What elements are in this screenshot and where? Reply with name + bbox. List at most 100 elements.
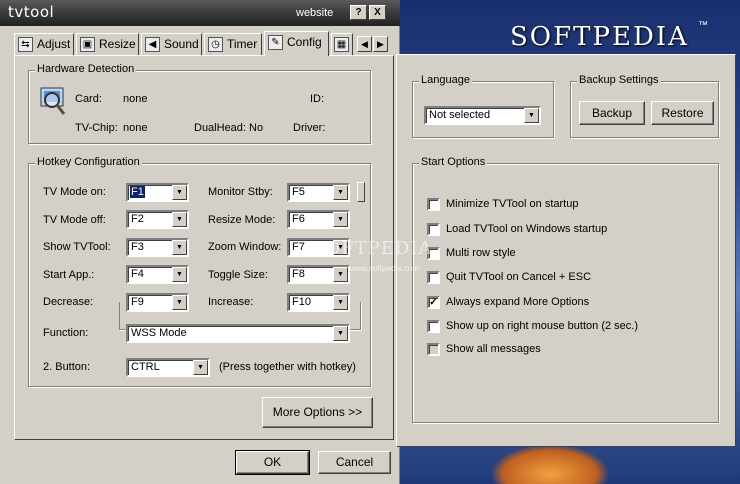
tv-mode-on-value: F1 [130, 186, 145, 198]
more-options-button[interactable]: More Options >> [262, 397, 373, 428]
language-value: Not selected [429, 109, 491, 121]
resize-mode-select[interactable]: F6 ▼ [287, 210, 350, 229]
card-label: Card: [75, 93, 102, 105]
decrease-select[interactable]: F9 ▼ [126, 293, 189, 312]
wallpaper-figure [490, 444, 610, 484]
checkbox-label: Show up on right mouse button (2 sec.) [446, 320, 638, 332]
show-tvtool-label: Show TVTool: [43, 241, 111, 253]
wallpaper-brand-text: SOFTPEDIA [510, 22, 689, 52]
zoom-window-label: Zoom Window: [208, 241, 282, 253]
checkbox[interactable] [427, 320, 440, 333]
wallpaper-trademark: ™ [698, 20, 708, 31]
checkbox-checked[interactable]: ✓ [427, 296, 440, 309]
chevron-down-icon[interactable]: ▼ [333, 326, 348, 341]
magnifier-icon [40, 87, 66, 115]
checkbox[interactable] [427, 223, 440, 236]
hardware-detection-legend: Hardware Detection [35, 63, 137, 75]
chevron-down-icon[interactable]: ▼ [333, 295, 348, 310]
zoom-window-select[interactable]: F7 ▼ [287, 238, 350, 257]
more-options-panel: Language Not selected ▼ Backup Settings … [396, 54, 736, 447]
close-button[interactable]: X [369, 5, 386, 20]
toggle-size-value: F8 [292, 268, 305, 280]
second-button-hint: (Press together with hotkey) [219, 361, 356, 373]
tab-label: Adjust [37, 37, 71, 51]
checkbox[interactable] [427, 198, 440, 211]
website-link[interactable]: website [296, 7, 333, 19]
language-legend: Language [419, 74, 472, 86]
monitor-stby-label: Monitor Stby: [208, 186, 273, 198]
increase-value: F10 [292, 296, 311, 308]
second-button-select[interactable]: CTRL ▼ [126, 358, 210, 377]
checkbox[interactable] [427, 343, 440, 356]
show-tvtool-value: F3 [131, 241, 144, 253]
chevron-down-icon[interactable]: ▼ [172, 240, 187, 255]
tv-mode-on-select[interactable]: F1 ▼ [126, 183, 189, 202]
chevron-down-icon[interactable]: ▼ [333, 240, 348, 255]
sound-icon: ◀ [145, 37, 160, 52]
tab-scroll-left-button[interactable]: ◀ [357, 36, 372, 52]
adjust-icon: ⇆ [18, 37, 33, 52]
backup-settings-legend: Backup Settings [577, 74, 661, 86]
decrease-label: Decrease: [43, 296, 94, 308]
tab-timer[interactable]: ◷ Timer [204, 33, 262, 55]
start-app-label: Start App.: [43, 269, 95, 281]
driver-label: Driver: [293, 122, 326, 134]
checkbox-label: Quit TVTool on Cancel + ESC [446, 271, 592, 283]
toggle-size-select[interactable]: F8 ▼ [287, 265, 350, 284]
tab-sound[interactable]: ◀ Sound [141, 33, 202, 55]
config-icon: ✎ [268, 35, 283, 50]
resize-mode-label: Resize Mode: [208, 214, 276, 226]
chevron-down-icon[interactable]: ▼ [524, 108, 539, 123]
chevron-down-icon[interactable]: ▼ [193, 360, 208, 375]
tv-mode-off-value: F2 [131, 213, 144, 225]
chevron-down-icon[interactable]: ▼ [172, 212, 187, 227]
decrease-value: F9 [131, 296, 144, 308]
dualhead-label: DualHead: [194, 122, 246, 134]
start-app-select[interactable]: F4 ▼ [126, 265, 189, 284]
monitor-stby-value: F5 [292, 186, 305, 198]
chevron-down-icon[interactable]: ▼ [172, 267, 187, 282]
chevron-down-icon[interactable]: ▼ [333, 212, 348, 227]
checkbox-label: Load TVTool on Windows startup [446, 223, 608, 235]
second-button-value: CTRL [131, 361, 160, 373]
cancel-button[interactable]: Cancel [318, 451, 391, 474]
function-label: Function: [43, 327, 89, 339]
tvchip-label: TV-Chip: [75, 122, 118, 134]
tab-label: Config [287, 35, 322, 49]
timer-icon: ◷ [208, 37, 223, 52]
title-bar[interactable]: tvtool website ? X [0, 0, 400, 26]
scroll-thumb[interactable] [357, 182, 365, 202]
show-tvtool-select[interactable]: F3 ▼ [126, 238, 189, 257]
restore-button[interactable]: Restore [651, 101, 714, 125]
backup-button[interactable]: Backup [579, 101, 645, 125]
tab-config[interactable]: ✎ Config [264, 31, 329, 56]
tab-resize[interactable]: ▣ Resize [76, 33, 139, 55]
checkbox[interactable] [427, 247, 440, 260]
checkbox-label: Minimize TVTool on startup [446, 198, 579, 210]
toggle-size-label: Toggle Size: [208, 269, 268, 281]
monitor-stby-select[interactable]: F5 ▼ [287, 183, 350, 202]
function-select[interactable]: WSS Mode ▼ [126, 324, 350, 343]
tvchip-value: none [123, 122, 148, 134]
resize-icon: ▣ [80, 37, 95, 52]
chevron-down-icon[interactable]: ▼ [172, 185, 187, 200]
increase-select[interactable]: F10 ▼ [287, 293, 350, 312]
tv-mode-off-label: TV Mode off: [43, 214, 106, 226]
help-button[interactable]: ? [350, 5, 367, 20]
function-value: WSS Mode [131, 327, 187, 339]
zoom-window-value: F7 [292, 241, 305, 253]
tab-label: Timer [227, 37, 258, 51]
chevron-down-icon[interactable]: ▼ [172, 295, 187, 310]
chevron-down-icon[interactable]: ▼ [333, 185, 348, 200]
hotkey-configuration-legend: Hotkey Configuration [35, 156, 142, 168]
chevron-down-icon[interactable]: ▼ [333, 267, 348, 282]
tab-film[interactable]: ▦ [331, 33, 353, 55]
tab-scroll-right-button[interactable]: ▶ [373, 36, 388, 52]
language-select[interactable]: Not selected ▼ [424, 106, 541, 125]
tv-mode-off-select[interactable]: F2 ▼ [126, 210, 189, 229]
checkbox[interactable] [427, 271, 440, 284]
ok-button[interactable]: OK [235, 450, 310, 475]
tab-adjust[interactable]: ⇆ Adjust [14, 33, 74, 55]
checkbox-label: Show all messages [446, 343, 541, 355]
start-options-legend: Start Options [419, 156, 488, 168]
